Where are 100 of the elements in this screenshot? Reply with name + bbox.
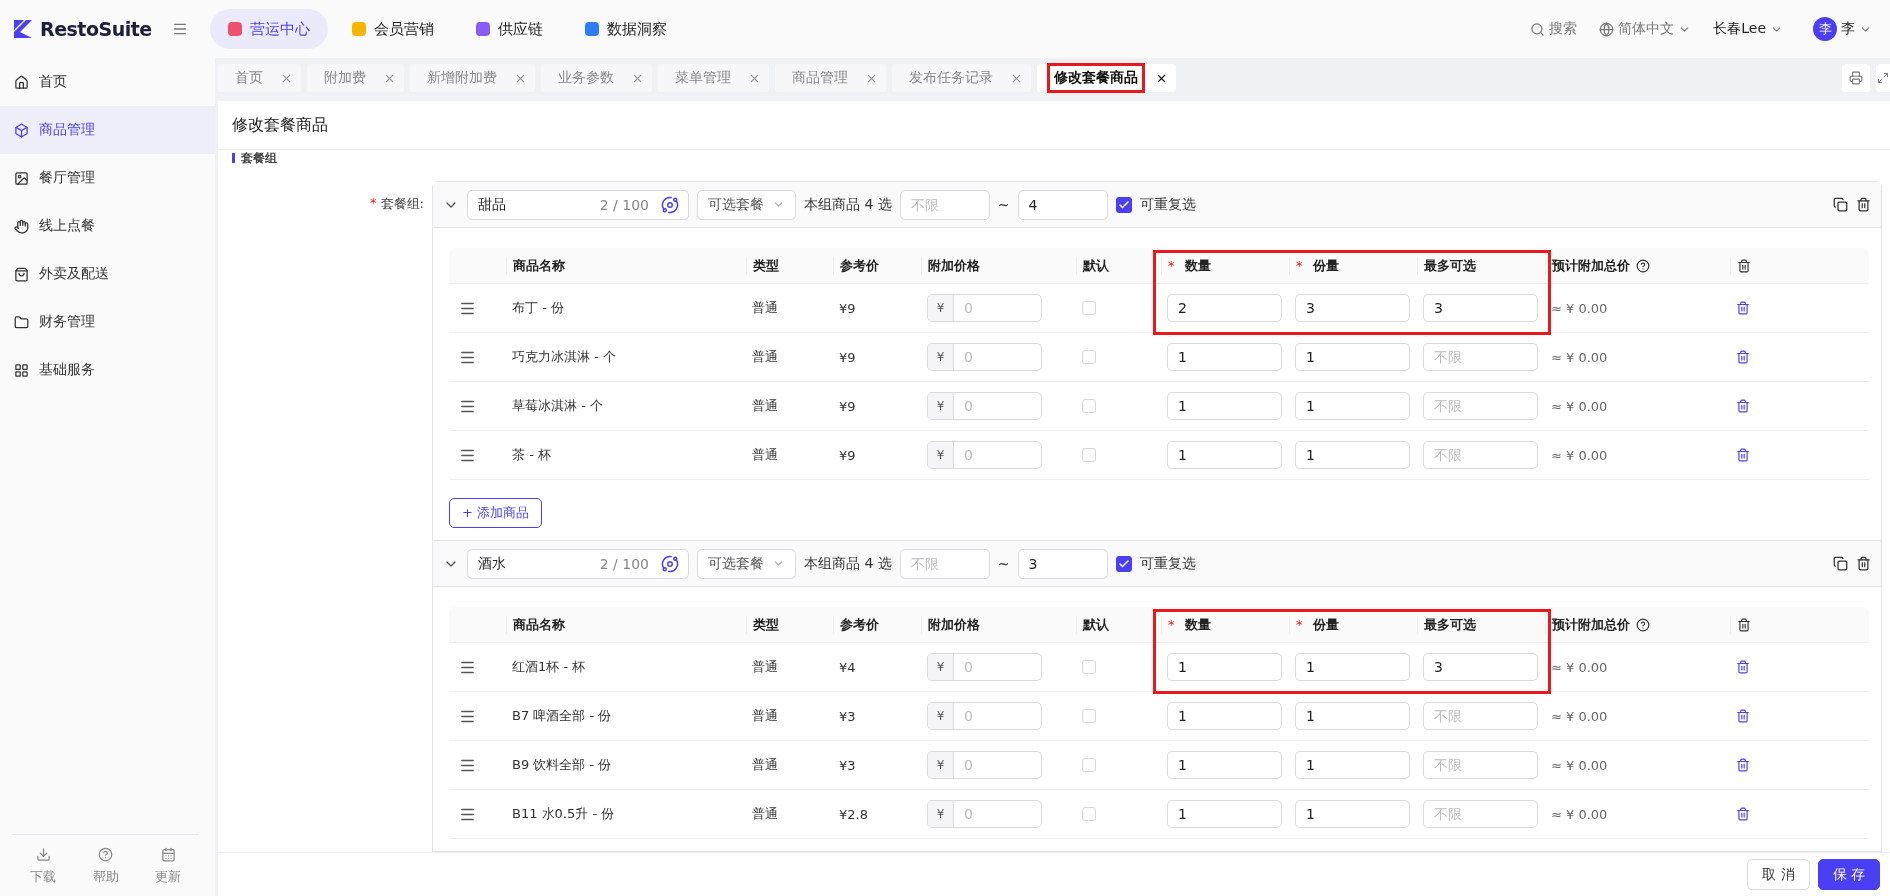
quantity-field[interactable]: 1 (1167, 343, 1282, 371)
reference-price: ¥9 (838, 398, 857, 414)
module-tab[interactable]: 供应链 (458, 9, 561, 49)
store-select[interactable]: 长春Lee (1713, 20, 1766, 38)
module-tab[interactable]: 会员营销 (334, 9, 452, 49)
cancel-button[interactable]: 取 消 (1747, 859, 1810, 890)
default-checkbox[interactable] (1082, 807, 1096, 821)
image-icon[interactable] (14, 170, 29, 186)
sidebar-footer-link[interactable]: 帮助 (92, 868, 119, 886)
help-icon[interactable] (1636, 617, 1650, 632)
calendar-icon[interactable] (160, 847, 176, 862)
default-checkbox[interactable] (1082, 350, 1096, 364)
sidebar-item[interactable]: 商品管理 (39, 121, 95, 139)
default-checkbox[interactable] (1082, 301, 1096, 315)
download-icon[interactable] (35, 847, 51, 862)
quantity-field[interactable]: 1 (1167, 702, 1282, 730)
delete-icon[interactable] (1736, 807, 1750, 821)
min-field[interactable]: 不限 (899, 548, 990, 579)
language-select[interactable]: 简体中文 (1618, 20, 1675, 38)
max-select-field[interactable]: 不限 (1423, 441, 1538, 469)
max-field[interactable]: 3 (1017, 548, 1108, 579)
portion-field[interactable]: 1 (1295, 653, 1410, 681)
max-select-field[interactable]: 不限 (1423, 800, 1538, 828)
max-select-field[interactable]: 不限 (1423, 702, 1538, 730)
delete-icon[interactable] (1736, 448, 1750, 462)
default-checkbox[interactable] (1082, 399, 1096, 413)
delete-icon[interactable] (1736, 350, 1750, 364)
copy-icon[interactable] (1833, 197, 1848, 212)
delete-icon[interactable] (1736, 399, 1750, 413)
quantity-field[interactable]: 2 (1167, 294, 1282, 322)
mode-select[interactable]: 可选套餐 (697, 548, 796, 579)
delete-all-icon[interactable] (1737, 258, 1751, 273)
default-checkbox[interactable] (1082, 660, 1096, 674)
sidebar-footer-link[interactable]: 更新 (155, 868, 181, 886)
page-tab[interactable]: 修改套餐商品 (1047, 63, 1145, 93)
collapse-menu-icon[interactable] (172, 21, 188, 37)
delete-icon[interactable] (1736, 660, 1750, 674)
cube-icon[interactable] (14, 122, 29, 138)
quantity-field[interactable]: 1 (1167, 800, 1282, 828)
user-menu[interactable]: 李 (1841, 20, 1855, 38)
quantity-field[interactable]: 1 (1167, 751, 1282, 779)
reference-price: ¥9 (838, 349, 857, 365)
min-field[interactable]: 不限 (899, 189, 990, 220)
portion-field[interactable]: 1 (1295, 441, 1410, 469)
portion-field[interactable]: 1 (1295, 800, 1410, 828)
search-link[interactable]: 搜索 (1549, 20, 1578, 38)
mode-select[interactable]: 可选套餐 (697, 189, 796, 220)
default-checkbox[interactable] (1082, 448, 1096, 462)
quantity-field[interactable]: 1 (1167, 653, 1282, 681)
delete-icon[interactable] (1856, 556, 1871, 571)
max-select-field[interactable]: 不限 (1423, 343, 1538, 371)
home-icon[interactable] (14, 74, 29, 90)
module-tab[interactable]: 数据洞察 (567, 9, 685, 49)
module-tab[interactable]: 营运中心 (210, 9, 328, 49)
search-icon[interactable] (1530, 21, 1546, 37)
globe-icon[interactable] (1599, 21, 1615, 37)
save-button[interactable]: 保 存 (1817, 859, 1880, 890)
portion-field[interactable]: 1 (1295, 751, 1410, 779)
sidebar-item[interactable]: 线上点餐 (39, 217, 95, 235)
portion-field[interactable]: 1 (1295, 343, 1410, 371)
portion-field[interactable]: 1 (1295, 392, 1410, 420)
help-icon[interactable] (1636, 258, 1650, 273)
quantity-field[interactable]: 1 (1167, 441, 1282, 469)
copy-icon[interactable] (1833, 556, 1848, 571)
quantity-field[interactable]: 1 (1167, 392, 1282, 420)
reference-price: ¥3 (838, 708, 857, 724)
max-select-field[interactable]: 3 (1423, 294, 1538, 322)
default-checkbox[interactable] (1082, 709, 1096, 723)
sidebar-item[interactable]: 餐厅管理 (39, 169, 95, 187)
sidebar-item[interactable]: 财务管理 (39, 313, 95, 331)
column-header: 数量 (1184, 256, 1211, 275)
fullscreen-button[interactable] (1876, 64, 1890, 92)
sidebar-item[interactable]: 基础服务 (39, 361, 95, 379)
max-select-field[interactable]: 不限 (1423, 751, 1538, 779)
max-select-field[interactable]: 3 (1423, 653, 1538, 681)
sidebar-footer-link[interactable]: 下载 (30, 868, 56, 886)
repeat-checkbox[interactable] (1115, 555, 1132, 572)
delete-all-icon[interactable] (1737, 617, 1751, 632)
default-checkbox[interactable] (1082, 758, 1096, 772)
translate-icon[interactable] (661, 195, 679, 214)
bag-icon[interactable] (14, 266, 29, 282)
sidebar-item[interactable]: 外卖及配送 (39, 265, 109, 283)
delete-icon[interactable] (1736, 301, 1750, 315)
delete-icon[interactable] (1736, 709, 1750, 723)
max-field[interactable]: 4 (1017, 189, 1108, 220)
add-product-button[interactable]: + 添加商品 (449, 498, 543, 528)
reference-price: ¥4 (838, 659, 857, 675)
max-select-field[interactable]: 不限 (1423, 392, 1538, 420)
grid-icon[interactable] (14, 362, 29, 378)
user-avatar[interactable]: 李 (1813, 17, 1837, 41)
delete-icon[interactable] (1736, 758, 1750, 772)
portion-field[interactable]: 3 (1295, 294, 1410, 322)
hand-icon[interactable] (14, 218, 29, 234)
print-button[interactable] (1842, 64, 1870, 92)
translate-icon[interactable] (661, 554, 679, 573)
repeat-checkbox[interactable] (1115, 196, 1132, 213)
sidebar-item[interactable]: 首页 (39, 73, 67, 91)
delete-icon[interactable] (1856, 197, 1871, 212)
folder-icon[interactable] (14, 314, 29, 330)
portion-field[interactable]: 1 (1295, 702, 1410, 730)
